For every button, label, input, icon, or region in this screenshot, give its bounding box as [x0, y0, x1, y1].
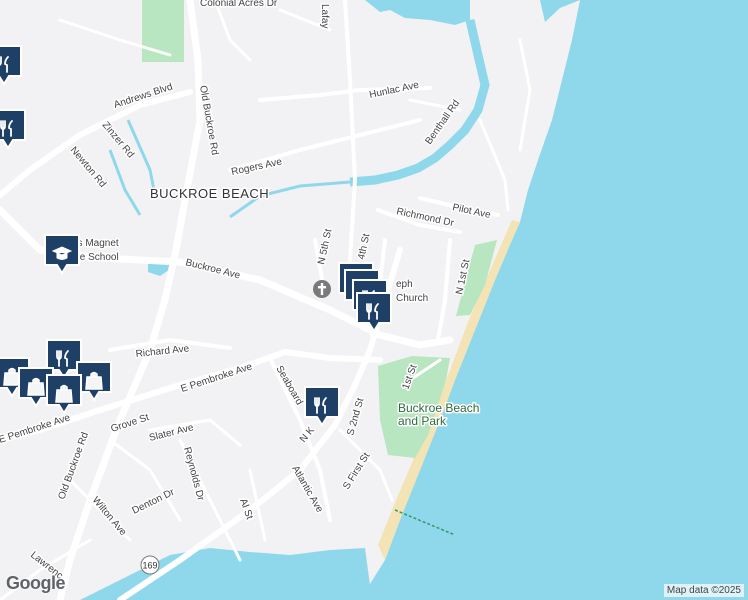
google-logo: Google — [6, 573, 66, 593]
park-label-line2: and Park — [398, 414, 447, 428]
church-label-line2: Church — [396, 293, 428, 304]
area-label-buckroe-beach: BUCKROE BEACH — [150, 186, 269, 201]
map-canvas[interactable]: Colonial Acres Dr Lafay Hunlac Ave Benth… — [0, 0, 748, 600]
park-label-line1: Buckroe Beach — [398, 401, 479, 415]
church-label-line1: eph — [396, 279, 413, 290]
church-cross-icon[interactable] — [313, 280, 331, 298]
street-label-colonial-acres: Colonial Acres Dr — [200, 0, 278, 9]
map-data-attribution[interactable]: Map data ©2025 — [663, 584, 744, 597]
street-label-lafayette: Lafay — [319, 4, 330, 28]
route-shield-169: 169 — [140, 555, 160, 575]
route-number-label: 169 — [142, 561, 157, 571]
